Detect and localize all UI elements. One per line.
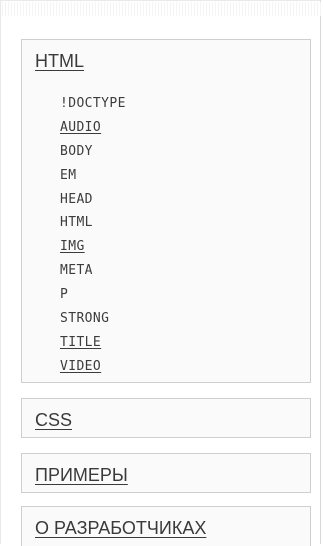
tag-link-img[interactable]: IMG (60, 235, 126, 259)
tag-link-video[interactable]: VIDEO (60, 355, 126, 379)
tag-item-html: HTML (60, 215, 93, 231)
developers-section-panel: О РАЗРАБОТЧИКАХ (21, 506, 311, 546)
examples-section-link[interactable]: ПРИМЕРЫ (35, 465, 128, 486)
tag-item-meta: META (60, 263, 93, 279)
top-pattern-strip (2, 2, 321, 16)
sidebar-frame: HTML !DOCTYPE AUDIO BODY EM HEAD HTML IM… (0, 0, 321, 546)
tag-item-strong: STRONG (60, 311, 110, 327)
tag-link-audio[interactable]: AUDIO (60, 116, 126, 140)
html-tag-list: !DOCTYPE AUDIO BODY EM HEAD HTML IMG MET… (60, 92, 126, 379)
tag-link-title[interactable]: TITLE (60, 331, 126, 355)
tag-item-p: P (60, 287, 69, 303)
tag-item-head: HEAD (60, 191, 93, 207)
tag-item-doctype: !DOCTYPE (60, 96, 126, 111)
examples-section-panel: ПРИМЕРЫ (21, 453, 311, 493)
tag-item-body: BODY (60, 143, 93, 159)
html-section-panel: HTML !DOCTYPE AUDIO BODY EM HEAD HTML IM… (21, 39, 311, 383)
css-section-panel: CSS (21, 398, 311, 438)
css-section-link[interactable]: CSS (35, 410, 72, 431)
developers-section-link[interactable]: О РАЗРАБОТЧИКАХ (35, 518, 206, 539)
tag-item-em: EM (60, 167, 77, 183)
html-section-link[interactable]: HTML (35, 51, 84, 72)
